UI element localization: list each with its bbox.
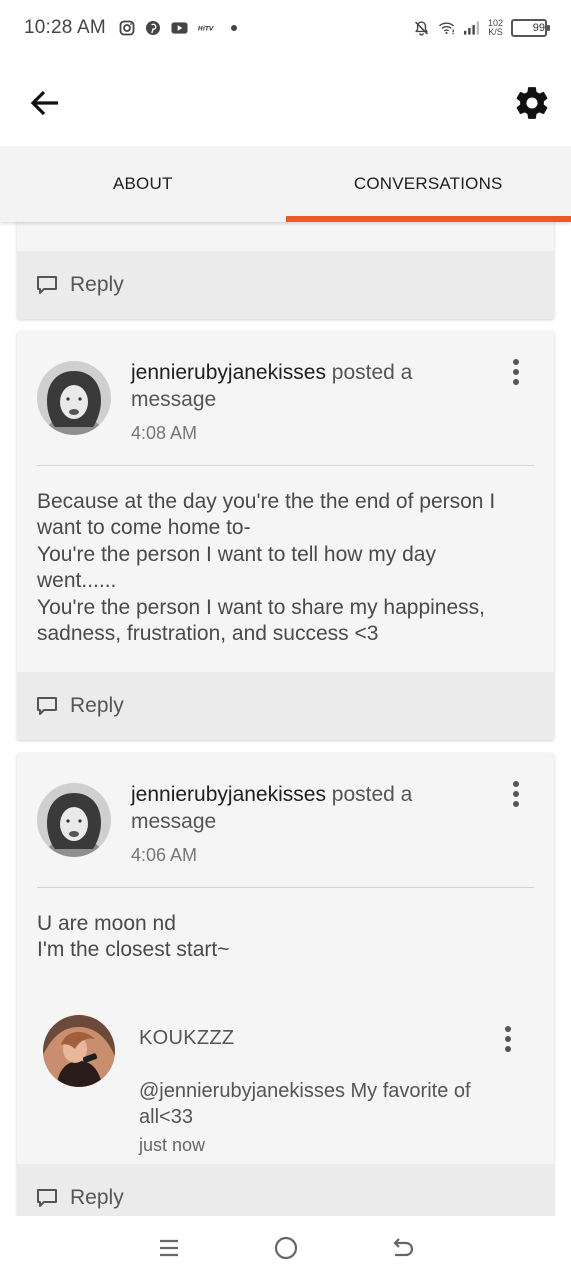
youtube-icon [171,20,188,37]
settings-button[interactable] [513,84,551,122]
post-action-cont: message [131,810,217,833]
comment-avatar[interactable] [43,1015,115,1087]
tab-bar: ABOUT CONVERSATIONS [0,146,571,222]
recent-apps-button[interactable] [154,1233,184,1263]
reply-label: Reply [70,273,124,296]
post-username[interactable]: jennierubyjanekisses [131,361,326,384]
app-bar [0,56,571,146]
gear-icon [516,87,548,119]
system-back-button[interactable] [388,1233,418,1263]
tab-conversations[interactable]: CONVERSATIONS [285,146,571,222]
signal-icon [463,20,480,37]
reply-button[interactable]: Reply [17,1164,554,1216]
post-timestamp: 4:06 AM [131,845,198,865]
more-vert-icon [513,781,519,787]
post-message: Because at the day you're the the end of… [37,490,496,646]
post-action: posted a [331,361,413,384]
divider [37,465,534,466]
wifi-icon [438,20,455,37]
post-username[interactable]: jennierubyjanekisses [131,783,326,806]
arrow-left-icon [30,90,58,116]
status-bar: 10:28 AM HiTV 102 K/S 99 [0,0,571,56]
conversation-card: jennierubyjanekisses posted a message 4:… [17,753,554,1216]
conversation-card: jennierubyjanekisses posted a message 4:… [17,331,554,740]
back-button[interactable] [28,86,62,120]
reply-label: Reply [70,694,124,717]
network-speed: 102 K/S [487,18,503,37]
post-action: posted a [331,783,413,806]
circle-icon [274,1236,297,1260]
avatar[interactable] [37,783,111,857]
more-options-button[interactable] [504,357,528,387]
instagram-icon [119,20,136,37]
reply-button[interactable]: Reply [17,251,554,319]
comment-text: @jennierubyjanekisses My favorite of all… [139,1080,471,1128]
more-options-button[interactable] [504,779,528,809]
more-vert-icon [513,359,519,365]
comment-icon [37,1189,57,1207]
return-icon [392,1238,413,1257]
battery-indicator: 99 [511,19,550,37]
comment-icon [37,276,57,294]
comment-timestamp: just now [139,1135,206,1155]
notifications-off-icon [413,20,430,37]
avatar[interactable] [37,361,111,435]
post-author-line: jennierubyjanekisses posted a message [131,359,491,413]
status-app-icons: HiTV [119,20,237,37]
post-action-cont: message [131,388,217,411]
comment-more-options-button[interactable] [496,1024,520,1054]
reply-button[interactable]: Reply [17,672,554,740]
notification-dot-icon [230,25,237,31]
status-time: 10:28 AM [24,17,106,38]
svg-text:HiTV: HiTV [198,26,214,33]
post-message: U are moon nd I'm the closest start~ [37,912,230,962]
more-vert-icon [505,1026,511,1032]
pinterest-icon [145,20,162,37]
comment-username[interactable]: KOUKZZZ [139,1027,234,1050]
tab-about[interactable]: ABOUT [0,146,286,222]
reply-label: Reply [70,1186,124,1209]
conversation-feed[interactable]: Reply jennierubyjanekisses posted a mess… [0,222,571,1216]
hitv-icon: HiTV [197,20,214,37]
system-nav-bar [0,1216,571,1280]
post-author-line: jennierubyjanekisses posted a message [131,781,491,835]
conversation-card: Reply [17,222,554,319]
divider [37,887,534,888]
menu-icon [159,1239,178,1257]
comment-icon [37,697,57,715]
post-timestamp: 4:08 AM [131,423,198,443]
home-button[interactable] [271,1233,301,1263]
